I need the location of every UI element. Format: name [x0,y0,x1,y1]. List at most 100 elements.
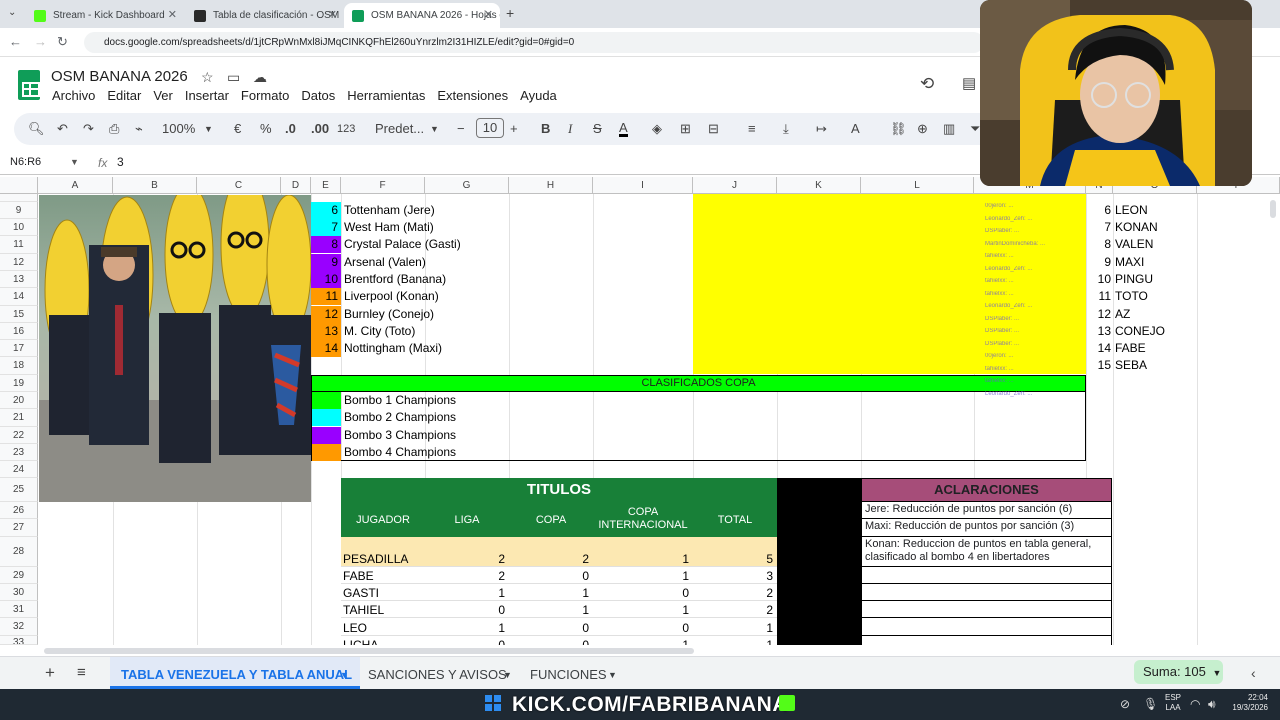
titulos-cell[interactable]: 1 [695,638,773,645]
history-icon[interactable]: ⟲ [920,74,934,94]
titulos-cell[interactable]: 0 [427,603,505,617]
comments-icon[interactable]: ▤ [962,74,976,92]
team-name-cell[interactable]: West Ham (Mati) [344,219,524,236]
team-rank-cell[interactable]: 6 [311,202,341,219]
titulos-cell[interactable]: 1 [595,638,689,645]
aclaracion-row[interactable]: Maxi: Reducción de puntos por sanción (3… [861,519,1112,537]
column-header[interactable]: K [777,177,861,194]
titulos-cell[interactable]: 1 [427,621,505,635]
titulos-cell[interactable]: 1 [511,603,589,617]
vertical-align-icon[interactable]: ⤓ [783,121,789,137]
browser-tab-osm[interactable]: Tabla de clasificación - OSM ✕ [186,3,344,28]
team-name-cell[interactable]: Arsenal (Valen) [344,254,524,271]
row-header[interactable]: 14 [0,288,38,306]
menu-editar[interactable]: Editar [101,88,147,103]
url-field[interactable]: docs.google.com/spreadsheets/d/1jtCRpWnM… [84,32,984,53]
sum-indicator[interactable]: Suma: 105 ▼ [1134,660,1223,684]
row-header[interactable]: 20 [0,392,38,409]
forward-icon[interactable]: → [34,34,47,49]
titulos-cell[interactable]: 0 [511,569,589,583]
text-color-icon[interactable]: A [619,121,628,137]
increase-decimal-button[interactable]: .00 [311,121,329,136]
team-name-cell[interactable]: Nottingham (Maxi) [344,340,524,357]
row-header[interactable]: 10 [0,219,38,236]
spreadsheet-grid[interactable]: A B C D E F G H I J K L M N O P 9 10 11 … [0,177,1280,645]
vertical-scrollbar[interactable] [1270,200,1276,218]
browser-tab-sheets[interactable]: OSM BANANA 2026 - Hojas de cá ✕ [344,3,500,28]
bombo-label-cell[interactable]: Bombo 3 Champions [344,427,504,444]
team-name-cell[interactable]: Brentford (Banana) [344,271,524,288]
horizontal-align-icon[interactable]: ≡ [748,121,756,136]
aclaracion-row[interactable] [861,601,1112,618]
sheets-logo-icon[interactable] [18,70,40,100]
sheet-tab-funciones[interactable]: FUNCIONES [530,667,607,682]
bombo-color-swatch[interactable] [312,409,341,426]
row-header[interactable]: 13 [0,271,38,288]
row-header[interactable]: 26 [0,502,38,519]
menu-herramientas[interactable]: Herramientas [341,88,431,103]
font-size-decrease-icon[interactable]: − [457,121,465,136]
row-header[interactable]: 18 [0,357,38,375]
menu-ayuda[interactable]: Ayuda [514,88,563,103]
row-header[interactable]: 30 [0,584,38,601]
titulos-cell[interactable]: 0 [595,621,689,635]
chevron-down-icon[interactable]: ▼ [340,670,349,680]
row-header[interactable]: 31 [0,601,38,618]
titulos-cell[interactable]: 0 [595,586,689,600]
menu-datos[interactable]: Datos [295,88,341,103]
team-name-cell[interactable]: M. City (Toto) [344,323,524,340]
more-formats-button[interactable]: 123 [337,123,355,135]
row-header[interactable]: 33 [0,636,38,645]
insert-comment-icon[interactable]: ⊕ [917,121,928,137]
aclaraciones-title[interactable]: ACLARACIONES [861,478,1112,502]
volume-icon[interactable]: 🔊︎ [1208,697,1216,712]
titulos-title[interactable]: TITULOS [341,478,777,502]
row-header[interactable]: 23 [0,444,38,461]
team-rank-cell[interactable]: 12 [311,306,341,323]
titulos-cell[interactable]: LICHA [343,638,421,645]
column-header[interactable]: D [281,177,311,194]
borders-icon[interactable]: ⊞ [680,121,691,137]
currency-button[interactable]: € [234,121,241,136]
team-rank-cell[interactable]: 7 [311,219,341,236]
titulos-cell[interactable]: 1 [695,621,773,635]
titulos-cell[interactable]: 5 [695,552,773,566]
titulos-cell[interactable]: 0 [511,621,589,635]
copa-header[interactable]: CLASIFICADOS COPA [311,375,1086,392]
aclaracion-row[interactable]: Konan: Reduccion de puntos en tabla gene… [861,537,1112,567]
titulos-cell[interactable]: LEO [343,621,421,635]
column-header[interactable]: F [341,177,425,194]
new-tab-icon[interactable]: + [506,5,514,21]
row-header[interactable]: 9 [0,202,38,219]
filter-icon[interactable]: ⏷ [970,121,980,137]
aclaracion-row[interactable]: Jere: Reducción de puntos por sanción (6… [861,502,1112,519]
team-rank-cell[interactable]: 11 [311,288,341,305]
sheet-tab-sanciones[interactable]: SANCIONES Y AVISOS [368,667,507,682]
zoom-select[interactable]: 100% [162,121,195,136]
italic-icon[interactable]: I [568,121,572,137]
bold-icon[interactable]: B [541,121,550,136]
font-size-input[interactable]: 10 [476,118,504,138]
menu-formato[interactable]: Formato [235,88,295,103]
text-rotation-icon[interactable]: A [851,121,860,136]
select-all-corner[interactable] [0,177,38,194]
chevron-down-icon[interactable]: ▼ [503,670,512,680]
bombo-color-swatch[interactable] [312,444,341,461]
collapse-side-icon[interactable]: ‹ [1251,665,1256,681]
team-rank-cell[interactable]: 10 [311,271,341,288]
column-header[interactable]: G [425,177,509,194]
team-rank-cell[interactable]: 9 [311,254,341,271]
column-header[interactable]: C [197,177,281,194]
column-header[interactable]: B [113,177,197,194]
titulos-cell[interactable]: PESADILLA [343,552,421,566]
formula-input[interactable]: 3 [117,155,124,169]
paint-format-icon[interactable]: ⌁ [135,121,143,137]
row-header[interactable]: 22 [0,427,38,444]
team-rank-cell[interactable]: 13 [311,323,341,340]
redo-icon[interactable]: ↷ [83,121,94,137]
row-header[interactable]: 17 [0,340,38,357]
aclaracion-row[interactable] [861,584,1112,601]
bombo-color-swatch[interactable] [312,427,341,444]
titulos-cell[interactable]: 1 [595,569,689,583]
aclaracion-row[interactable] [861,618,1112,636]
